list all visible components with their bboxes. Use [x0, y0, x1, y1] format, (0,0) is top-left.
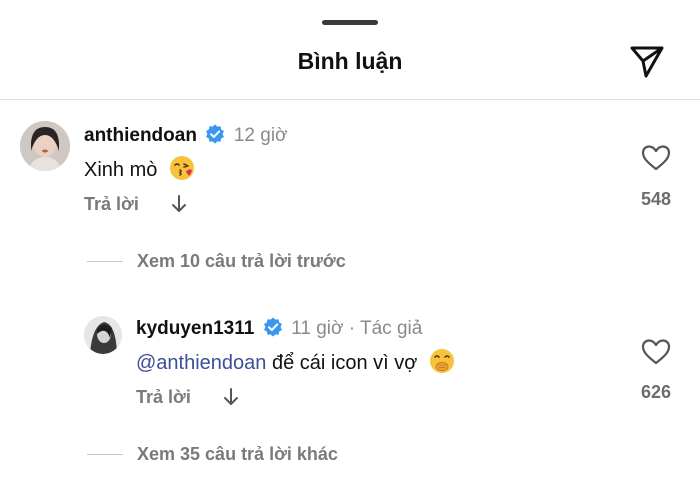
page-title: Bình luận	[297, 48, 403, 74]
divider-line	[87, 261, 123, 262]
send-icon[interactable]	[628, 42, 666, 80]
reply-button[interactable]: Trả lời	[136, 387, 191, 408]
heart-icon[interactable]	[641, 338, 671, 366]
reply-button[interactable]: Trả lời	[84, 194, 139, 215]
like-count: 548	[640, 189, 672, 209]
divider-line	[87, 454, 123, 455]
reply-time: 11 giờ · Tác giả	[291, 318, 423, 339]
comment-text: Xinh mò	[84, 159, 158, 181]
header-divider	[0, 99, 700, 100]
reply-text: để cái icon vì vợ	[271, 352, 418, 374]
hand-over-mouth-emoji	[429, 349, 454, 373]
arrow-down-icon[interactable]	[222, 387, 240, 407]
reply-mention[interactable]: @anthiendoan	[136, 352, 266, 374]
heart-icon[interactable]	[641, 144, 671, 172]
avatar[interactable]	[84, 316, 122, 354]
view-previous-label[interactable]: Xem 10 câu trả lời trước	[137, 251, 346, 272]
verified-icon	[206, 124, 225, 144]
comment-username[interactable]: anthiendoan	[84, 125, 197, 146]
arrow-down-icon[interactable]	[170, 194, 188, 214]
kissing-emoji	[169, 156, 194, 180]
drag-handle[interactable]	[322, 20, 378, 25]
avatar[interactable]	[20, 121, 70, 171]
verified-icon	[263, 317, 282, 337]
comment-time: 12 giờ	[233, 125, 288, 146]
like-count: 626	[640, 382, 672, 402]
reply-username[interactable]: kyduyen1311	[136, 318, 254, 339]
view-more-label[interactable]: Xem 35 câu trả lời khác	[137, 444, 338, 465]
